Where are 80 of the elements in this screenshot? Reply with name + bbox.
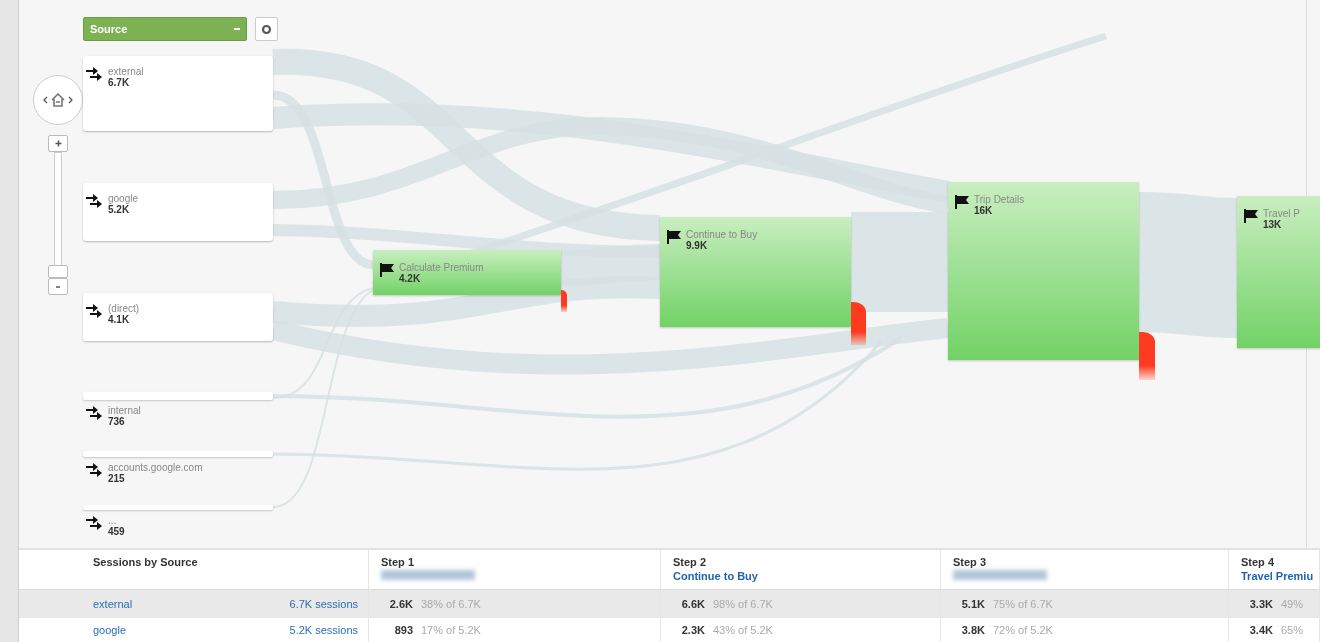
step-count: 3.3K <box>1248 598 1273 610</box>
goal-count: 13K <box>1263 219 1283 231</box>
step-header: Step 3 <box>953 556 987 568</box>
step-header: Step 2 <box>673 556 707 568</box>
goal-node[interactable] <box>1237 196 1320 348</box>
step-share: 49% <box>1281 598 1304 610</box>
step-share: 65% <box>1281 624 1304 636</box>
step-count: 2.3K <box>680 624 705 636</box>
pan-home-icon <box>43 93 73 107</box>
source-count: 736 <box>108 416 126 428</box>
source-count: 5.2K <box>108 204 130 216</box>
source-node[interactable] <box>83 183 273 241</box>
source-count: 459 <box>108 526 125 538</box>
step-goal-link[interactable]: Continue to Buy <box>673 570 940 582</box>
goal-count: 9.9K <box>686 240 709 252</box>
step-count: 2.6K <box>388 598 413 610</box>
step-share: 75% of 6.7K <box>993 598 1053 610</box>
settings-button[interactable] <box>255 17 278 41</box>
source-label: google <box>108 193 139 204</box>
step-count: 3.4K <box>1248 624 1273 636</box>
minus-icon <box>56 285 60 288</box>
pan-control[interactable] <box>33 75 83 125</box>
flag-icon <box>666 229 682 244</box>
source-count: 215 <box>108 473 125 485</box>
step-share: 98% of 6.7K <box>713 598 773 610</box>
drop-off-marker <box>851 302 866 345</box>
step-count: 5.1K <box>960 598 985 610</box>
source-node-bar[interactable] <box>83 505 273 510</box>
flag-icon <box>379 262 395 277</box>
caret-icon <box>234 28 240 30</box>
step-share: 17% of 5.2K <box>421 624 481 636</box>
double-arrow-icon <box>86 462 104 478</box>
sessions-link[interactable]: 5.2K sessions <box>289 624 358 636</box>
column-header: Sessions by Source <box>93 556 199 568</box>
source-node-bar[interactable] <box>83 451 273 457</box>
source-link[interactable]: external <box>93 598 133 610</box>
double-arrow-icon <box>86 405 104 421</box>
source-link[interactable]: google <box>93 624 127 636</box>
source-label: internal <box>108 405 141 416</box>
plus-icon <box>54 140 62 147</box>
source-count: 6.7K <box>108 77 131 89</box>
goal-label: Continue to Buy <box>686 229 758 240</box>
zoom-in-button[interactable] <box>48 135 68 152</box>
goal-label: Travel P <box>1263 208 1300 219</box>
goal-node[interactable] <box>660 217 851 327</box>
source-label: (direct) <box>108 303 140 314</box>
settings-icon <box>261 23 272 35</box>
step-header: Step 1 <box>381 556 415 568</box>
drop-off-marker <box>561 290 567 312</box>
flag-icon <box>954 194 970 209</box>
goal-node[interactable] <box>948 182 1139 360</box>
source-node[interactable] <box>83 293 273 341</box>
goal-node[interactable] <box>373 250 561 295</box>
step-header: Step 4 <box>1241 556 1275 568</box>
double-arrow-icon <box>86 515 104 531</box>
goal-count: 4.2K <box>399 273 422 285</box>
source-label: ... <box>108 515 118 526</box>
zoom-out-button[interactable] <box>48 278 68 295</box>
flag-icon <box>1243 208 1259 223</box>
source-label: accounts.google.com <box>108 462 203 473</box>
goal-label: Calculate Premium <box>399 262 484 273</box>
source-label: external <box>108 66 144 77</box>
double-arrow-icon <box>86 303 104 319</box>
sessions-link[interactable]: 6.7K sessions <box>289 598 358 610</box>
goal-label: Trip Details <box>974 194 1025 205</box>
double-arrow-icon <box>86 193 104 209</box>
source-count: 4.1K <box>108 314 130 326</box>
step-count: 893 <box>393 624 413 636</box>
step-share: 43% of 5.2K <box>713 624 773 636</box>
drop-off-marker <box>1139 332 1155 380</box>
double-arrow-icon <box>86 66 104 82</box>
step-count: 6.6K <box>680 598 705 610</box>
step-share: 72% of 5.2K <box>993 624 1053 636</box>
goal-count: 16K <box>974 205 994 217</box>
source-node-bar[interactable] <box>83 392 273 400</box>
source-node[interactable] <box>83 56 273 131</box>
zoom-slider-handle[interactable] <box>48 265 68 278</box>
step-share: 38% of 6.7K <box>421 598 481 610</box>
step-count: 3.8K <box>960 624 985 636</box>
step-goal-link[interactable]: Travel Premiu <box>1241 570 1319 582</box>
